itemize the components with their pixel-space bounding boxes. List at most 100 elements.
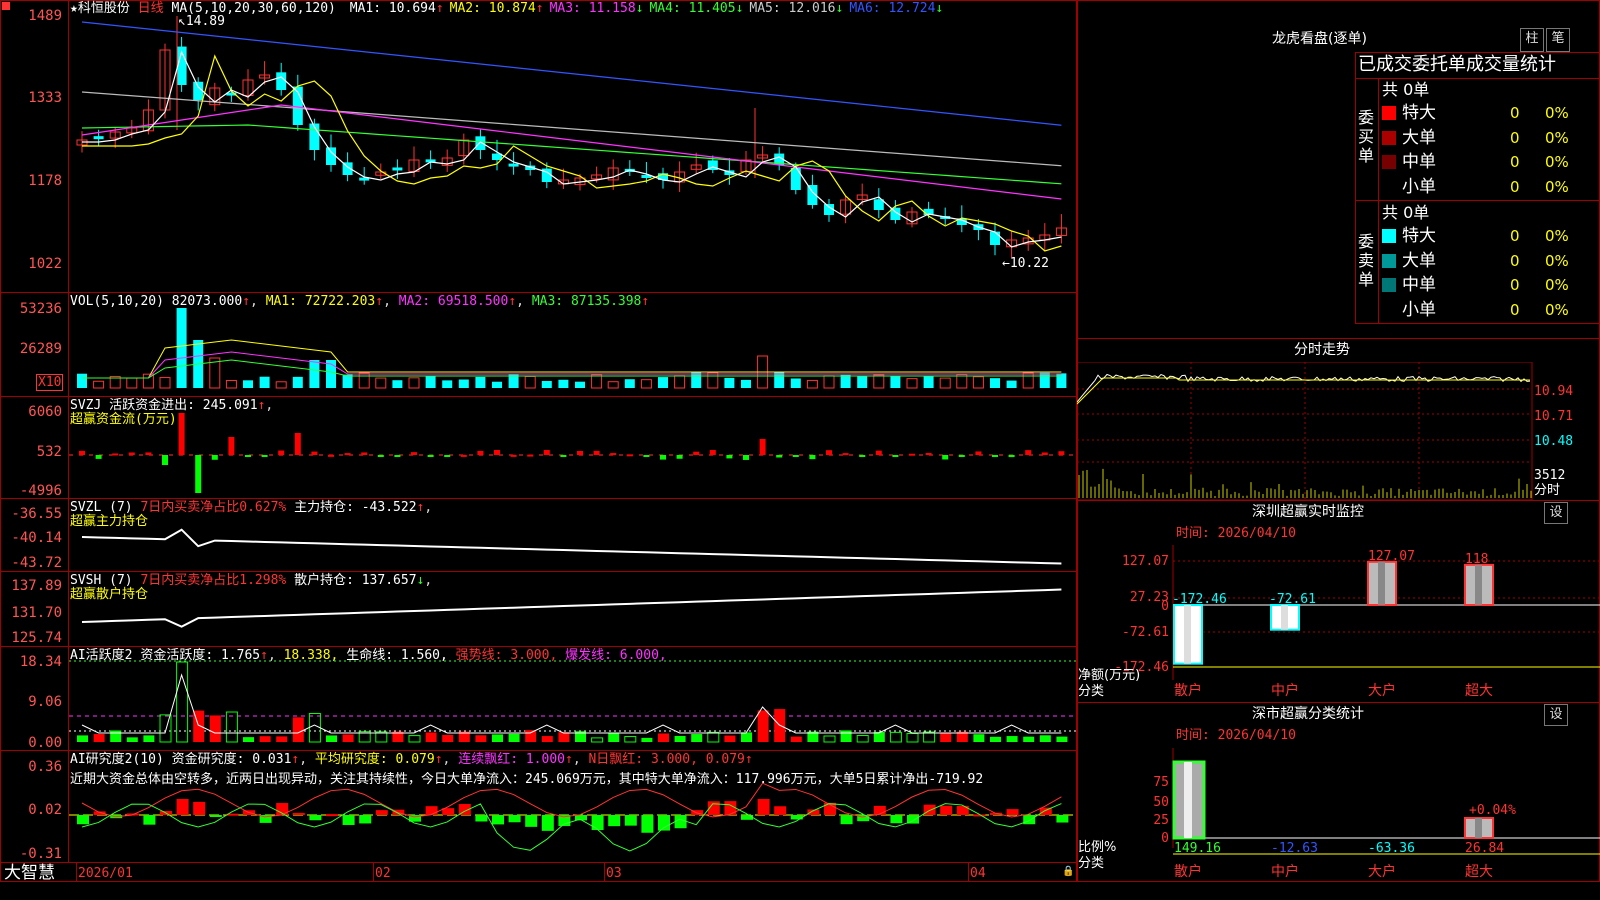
sell-side-label: 委卖单: [1358, 232, 1375, 289]
svzj-header: SVZJ 活跃资金进出: 245.091↑,: [70, 398, 274, 413]
order-row: 中单 0 0%: [1382, 274, 1600, 296]
settings-icon[interactable]: [2, 2, 10, 10]
flow-bar: [344, 453, 351, 456]
activity-bar: [408, 735, 421, 743]
volume-bar: [640, 379, 652, 389]
svzl-axis-label: -36.55: [11, 506, 62, 522]
svzj-axis-label: 6060: [28, 404, 62, 420]
research-bar: [492, 815, 504, 825]
volume-bar: [658, 377, 668, 388]
minute-chart[interactable]: [1077, 362, 1600, 500]
order-type: 特大: [1402, 226, 1436, 246]
bar-value-label: -72.61: [1269, 592, 1316, 607]
buy-total: 共 0单: [1382, 80, 1430, 99]
flow-bar: [842, 453, 849, 456]
brand-logo[interactable]: 大智慧: [4, 864, 55, 882]
flow-bar: [958, 455, 965, 457]
volume-bar: [358, 372, 370, 389]
sz-settings-button[interactable]: 设: [1544, 502, 1568, 524]
vol-ma-line: [82, 351, 1062, 379]
vol-ma-line: [82, 359, 1062, 379]
activity-bar: [492, 734, 503, 742]
flow-bar: [1025, 450, 1032, 455]
research-bar: [840, 815, 853, 825]
order-type: 小单: [1402, 176, 1436, 197]
price-axis-label: 1489: [28, 8, 62, 24]
svzl-axis-label: -40.14: [11, 530, 62, 546]
order-pct: 0%: [1545, 177, 1569, 196]
candle-down: [508, 163, 519, 167]
bar-value-label: -12.63: [1271, 841, 1318, 856]
svsh-title: 超赢散户持仓: [70, 587, 149, 602]
flow-bar: [427, 455, 434, 457]
volume-bar: [541, 380, 552, 388]
period-label[interactable]: 日线: [138, 1, 164, 16]
svzl-title: 超赢主力持仓: [70, 514, 149, 529]
activity-bar: [889, 731, 902, 743]
volume-bar: [741, 379, 751, 388]
flow-bar: [726, 455, 733, 459]
research-bar: [209, 815, 222, 817]
vol-axis-label: 53236: [19, 301, 62, 317]
activity-bar: [591, 737, 604, 743]
order-count: 0: [1510, 227, 1520, 245]
dragon-title: 龙虎看盘(逐单): [1272, 31, 1367, 47]
kline-chart[interactable]: [69, 0, 1076, 862]
bar-value-label: 149.16: [1174, 841, 1221, 856]
ma-value: MA3: 11.158: [549, 1, 636, 16]
bar-highlight: [1184, 605, 1191, 664]
flow-bar: [361, 452, 368, 455]
order-row: 大单 0 0%: [1382, 127, 1600, 149]
price-axis-label: 1333: [28, 90, 62, 106]
lock-icon[interactable]: 🔒: [1062, 866, 1074, 877]
ma-value: MA6: 12.724: [849, 1, 936, 16]
bar-highlight: [1184, 762, 1192, 838]
activity-bar: [342, 734, 354, 742]
ss-settings-button[interactable]: 设: [1544, 704, 1568, 726]
order-pct: 0%: [1545, 153, 1569, 171]
date-label: 02: [375, 866, 391, 881]
flow-bar: [1058, 451, 1065, 455]
order-type: 大单: [1402, 250, 1436, 271]
volume-bar: [956, 374, 968, 389]
divider: [1378, 78, 1379, 324]
order-pct: 0%: [1545, 104, 1569, 122]
vol-header: VOL(5,10,20) 82073.000↑, MA1: 72722.203↑…: [70, 294, 650, 309]
activity-bar: [940, 732, 952, 742]
volume-bar: [906, 378, 918, 389]
activity-bar: [475, 735, 487, 742]
minute-title: 分时走势: [1294, 342, 1350, 358]
activity-bar: [906, 733, 919, 743]
volume-bar: [442, 380, 453, 388]
minute-axis-label: 3512: [1534, 468, 1566, 483]
volume-bar: [624, 379, 635, 388]
activity-bar: [823, 735, 836, 743]
flow-bar: [709, 450, 716, 455]
volume-bar: [691, 372, 702, 388]
volume-bar: [774, 372, 785, 388]
flow-bar: [245, 455, 251, 457]
axis-label: 0: [1161, 831, 1169, 846]
divider: [1077, 702, 1600, 703]
flow-bar: [892, 455, 899, 457]
high-price-mark: ↖14.89: [178, 14, 225, 29]
flow-bar: [1041, 452, 1048, 455]
activity-bar: [243, 737, 254, 742]
volume-bar: [873, 374, 885, 389]
candle-down: [93, 136, 104, 140]
flow-bar: [776, 455, 783, 458]
volume-bar: [923, 376, 934, 388]
ss-title: 深市超赢分类统计: [1252, 706, 1364, 722]
order-count: 0: [1510, 276, 1520, 294]
divider: [0, 862, 1077, 863]
date-tick: [968, 862, 969, 882]
tick-view-button[interactable]: 笔: [1546, 28, 1570, 52]
low-price-mark: ←10.22: [1002, 256, 1049, 271]
sz-time: 时间: 2026/04/10: [1176, 526, 1296, 541]
research-bar: [525, 815, 538, 827]
bar-value-label: 26.84: [1465, 841, 1504, 856]
axis-label: 127.07: [1122, 554, 1169, 569]
bar-view-button[interactable]: 柱: [1520, 28, 1544, 52]
volume-bar: [1006, 380, 1017, 388]
star-icon[interactable]: ★: [70, 1, 78, 16]
